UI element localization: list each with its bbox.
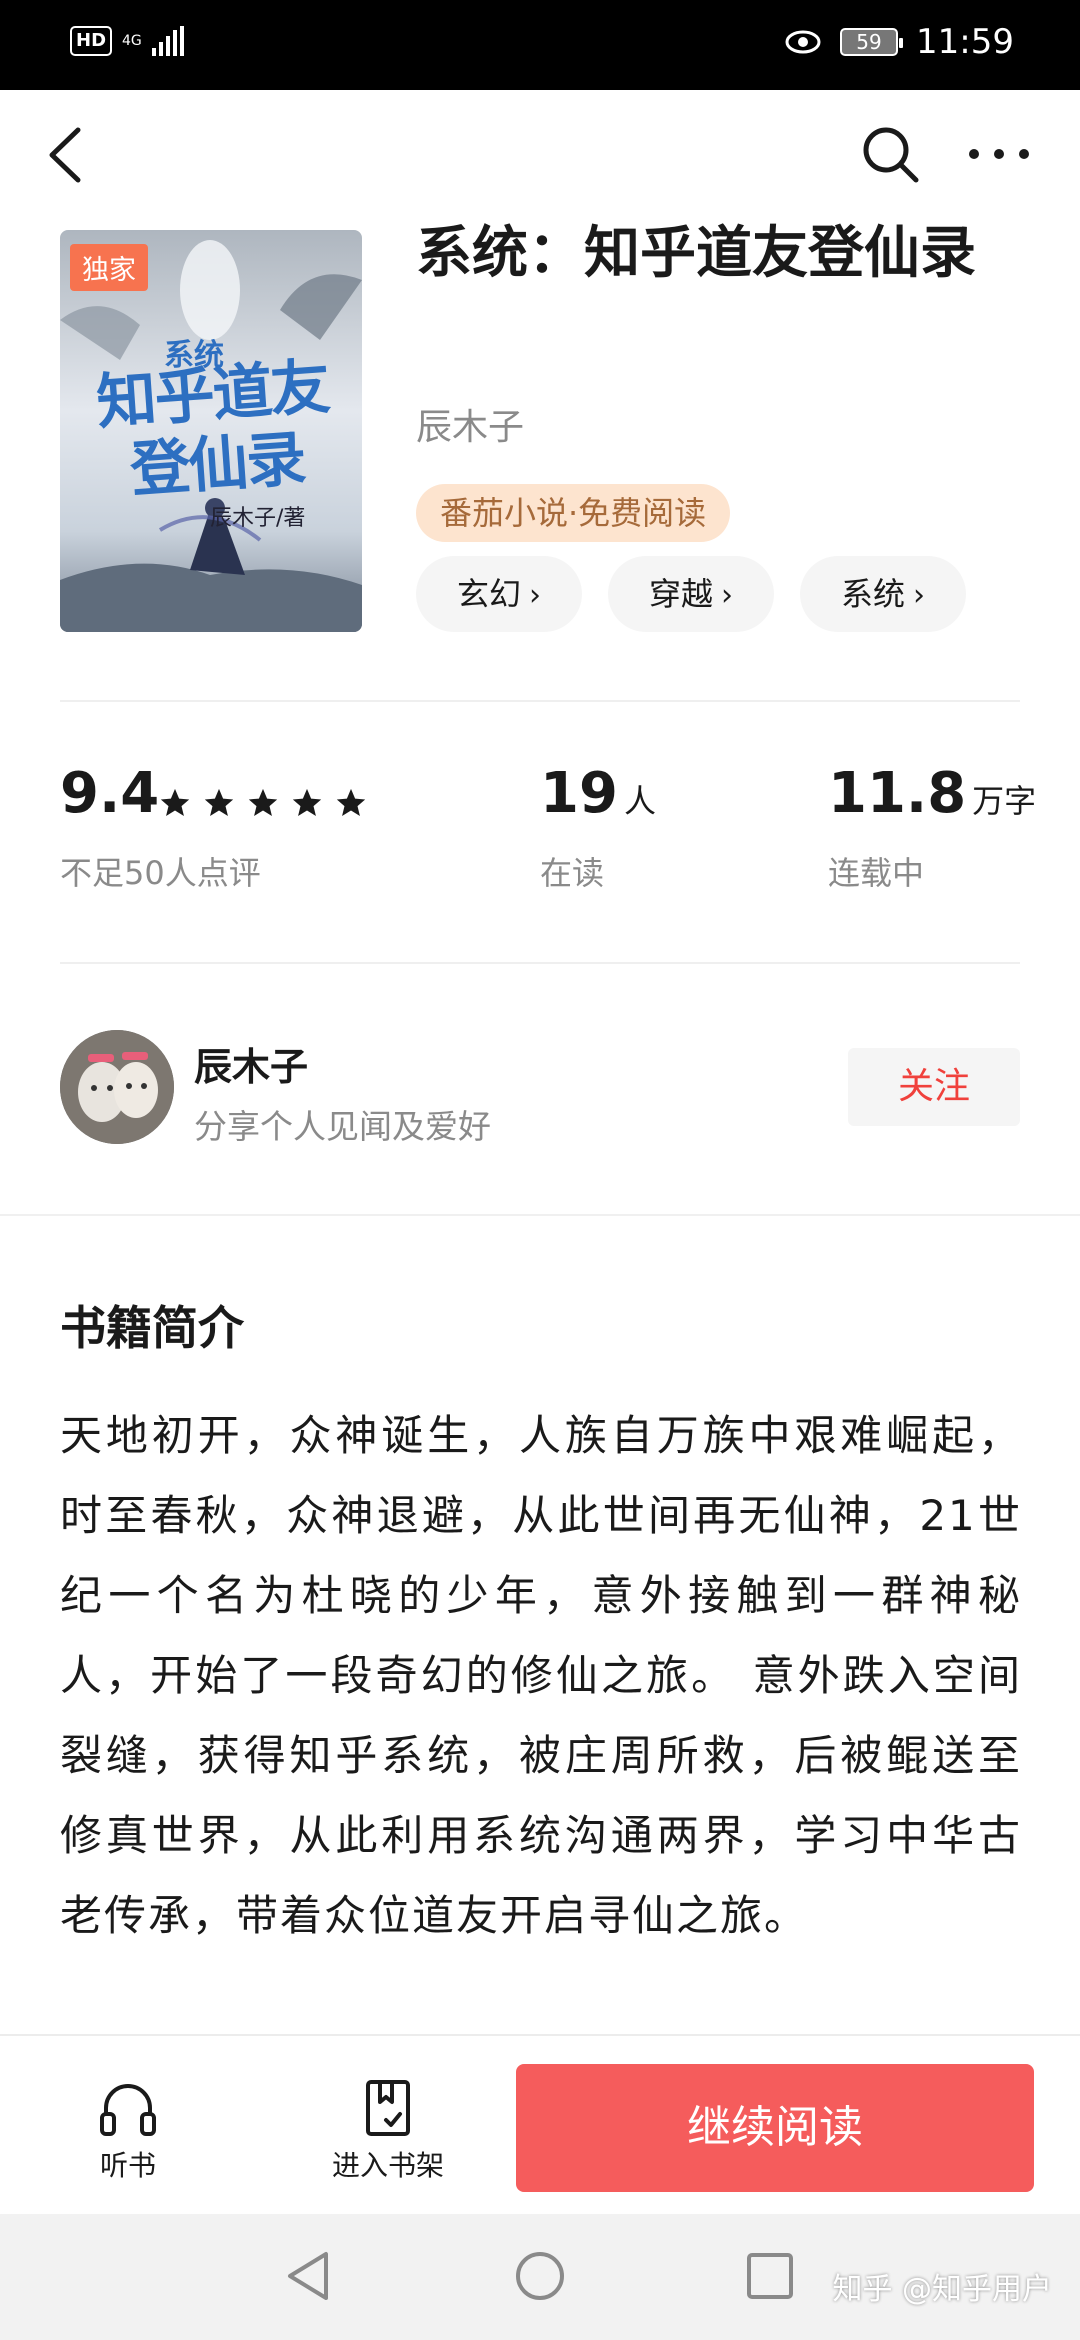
intro-text: 天地初开，众神诞生，人族自万族中艰难崛起，时至春秋，众神退避，从此世间再无仙神，… [60,1411,1022,1940]
chevron-left-icon [49,127,81,183]
headphones-icon [100,2084,156,2136]
author-name[interactable]: 辰木子 [194,1036,308,1091]
star-icon [248,788,278,817]
system-nav-bar: 知乎 @知乎用户 [0,2214,1080,2340]
divider [60,962,1020,964]
exclusive-badge: 独家 [70,244,148,291]
source-tag: 番茄小说·免费阅读 [416,484,731,542]
author-bio: 分享个人见闻及爱好 [194,1107,491,1146]
status-left: HD 4G [70,26,184,56]
battery-icon: 59 [840,28,904,56]
signal-icon [151,26,184,56]
listen-button[interactable]: 听书 [48,2076,208,2184]
hd-badge: HD [70,26,113,56]
divider [0,1214,1080,1216]
serial-status: 连载中 [828,854,925,892]
star-icon [204,788,234,817]
readers-count: 19 人 [540,762,656,833]
add-to-shelf-button[interactable]: 进入书架 [308,2076,468,2184]
listen-label: 听书 [99,2149,156,2182]
status-right: 59 11:59 [784,22,1014,62]
book-cover[interactable]: 独家 系统 知乎道友登仙录 辰木子/著 [60,230,362,632]
bottom-action-bar: 听书 进入书架 继续阅读 [0,2034,1080,2214]
network-label: 4G [122,33,142,49]
star-icon [160,788,190,817]
back-button[interactable] [38,120,98,190]
nav-back-icon[interactable] [282,2248,338,2304]
continue-reading-button[interactable]: 继续阅读 [516,2064,1034,2192]
nav-recents-icon[interactable] [742,2248,798,2304]
more-button[interactable] [964,122,1034,186]
book-title: 系统：知乎道友登仙录 [416,221,976,286]
book-author[interactable]: 辰木子 [416,398,524,450]
genre-tag-xitong[interactable]: 系统 › [800,556,966,632]
nav-home-icon[interactable] [512,2248,568,2304]
network-type: 4G [122,34,142,48]
status-bar: HD 4G 59 11:59 [0,0,1080,90]
watermark-text: 知乎 @知乎用户 [832,2272,1052,2307]
search-button[interactable] [858,122,922,186]
rating-note: 不足50人点评 [60,854,261,892]
readers-number: 19 [540,761,618,826]
star-icon [336,788,366,817]
follow-button[interactable]: 关注 [848,1048,1020,1126]
clock: 11:59 [916,22,1014,62]
chevron-right-icon: › [721,578,733,613]
genre-tag-xuanhuan[interactable]: 玄幻 › [416,556,582,632]
readers-label: 在读 [540,854,605,892]
word-count-number: 11.8 [828,761,967,826]
top-nav [0,90,1080,220]
genre-label: 穿越 [648,575,713,613]
star-icon [292,788,322,817]
genre-tag-chuanyue[interactable]: 穿越 › [608,556,774,632]
chevron-right-icon: › [913,578,925,613]
avatar-image [60,1030,174,1144]
eye-comfort-icon [785,30,821,54]
word-count-unit: 万字 [972,782,1037,820]
word-count: 11.8 万字 [828,762,1036,833]
readers-unit: 人 [623,782,656,820]
rating-stars [158,786,368,820]
cover-author-text: 辰木子/著 [210,506,306,531]
intro-heading: 书籍简介 [60,1301,244,1355]
rating-score: 9.4 [60,761,160,826]
bookshelf-icon [366,2080,410,2136]
avatar[interactable] [60,1030,174,1144]
chevron-right-icon: › [529,578,541,613]
cover-title-text: 知乎道友登仙录 [94,352,331,506]
genre-label: 系统 [840,575,905,613]
shelf-label: 进入书架 [331,2149,444,2182]
genre-label: 玄幻 [456,575,521,613]
divider [60,700,1020,702]
more-dots-icon [969,149,1029,159]
search-icon [863,127,919,183]
